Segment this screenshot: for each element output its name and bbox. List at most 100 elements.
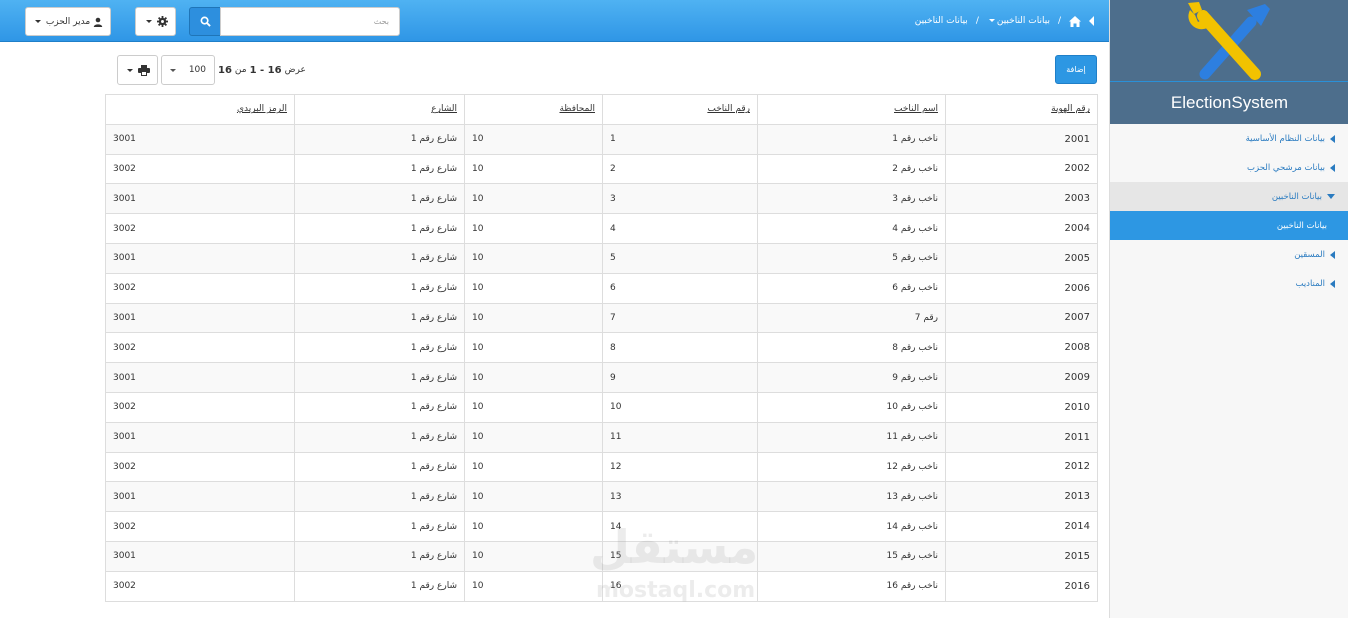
cell-name: ناخب رقم 1 <box>757 123 946 155</box>
cell-street: شارع رقم 1 <box>294 391 465 423</box>
cell-name: ناخب رقم 5 <box>757 242 946 274</box>
settings-button[interactable] <box>135 7 176 36</box>
cell-governorate: 10 <box>464 391 603 423</box>
table-row[interactable]: 2008 ناخب رقم 8 8 10 شارع رقم 1 3002 <box>105 332 1098 364</box>
table-row[interactable]: 2012 ناخب رقم 12 12 10 شارع رقم 1 3002 <box>105 451 1098 483</box>
cell-postal-code: 3002 <box>105 153 295 185</box>
cell-voter-number: 2 <box>602 153 758 185</box>
table-row[interactable]: 2003 ناخب رقم 3 3 10 شارع رقم 1 3001 <box>105 183 1098 215</box>
column-header-name[interactable]: اسم الناخب <box>757 94 946 125</box>
cell-name: رقم 7 <box>757 302 946 334</box>
search-input[interactable] <box>220 7 400 36</box>
sidebar-item-label: المناديب <box>1295 278 1325 289</box>
caret-left-icon <box>1330 279 1335 288</box>
table-row[interactable]: 2001 ناخب رقم 1 1 10 شارع رقم 1 3001 <box>105 123 1098 155</box>
table-row[interactable]: 2007 رقم 7 7 10 شارع رقم 1 3001 <box>105 302 1098 334</box>
sidebar-subitem-voters-data[interactable]: بيانات الناخبين <box>1110 211 1348 240</box>
search-button[interactable] <box>189 7 221 36</box>
table-row[interactable]: 2004 ناخب رقم 4 4 10 شارع رقم 1 3002 <box>105 213 1098 244</box>
table-row[interactable]: 2006 ناخب رقم 6 6 10 شارع رقم 1 3002 <box>105 272 1098 304</box>
sidebar-item-delegates[interactable]: المناديب <box>1110 269 1348 298</box>
cell-governorate: 10 <box>464 153 603 185</box>
column-header-street[interactable]: الشارع <box>294 94 465 125</box>
app-root: مدير الحزب / بيانات <box>0 0 1348 618</box>
table-row[interactable]: 2013 ناخب رقم 13 13 10 شارع رقم 1 3001 <box>105 481 1098 513</box>
user-icon <box>93 17 103 27</box>
breadcrumb: / بيانات الناخبين / بيانات الناخبين <box>915 0 1094 42</box>
table-row[interactable]: 2011 ناخب رقم 11 11 10 شارع رقم 1 3001 <box>105 421 1098 453</box>
sidebar-item-candidates[interactable]: بيانات مرشحي الحزب <box>1110 153 1348 182</box>
cell-postal-code: 3002 <box>105 332 295 364</box>
user-menu-button[interactable]: مدير الحزب <box>25 7 111 36</box>
cell-name: ناخب رقم 4 <box>757 213 946 244</box>
tools-logo-icon <box>1188 2 1270 80</box>
sidebar-item-coordinators[interactable]: المسقين <box>1110 240 1348 269</box>
cell-governorate: 10 <box>464 213 603 244</box>
cell-name: ناخب رقم 12 <box>757 451 946 483</box>
table-row[interactable]: 2009 ناخب رقم 9 9 10 شارع رقم 1 3001 <box>105 362 1098 393</box>
table-row[interactable]: 2005 ناخب رقم 5 5 10 شارع رقم 1 3001 <box>105 242 1098 274</box>
cell-governorate: 10 <box>464 183 603 215</box>
cell-governorate: 10 <box>464 451 603 483</box>
table-row[interactable]: 2015 ناخب رقم 15 15 10 شارع رقم 1 3001 <box>105 540 1098 572</box>
caret-left-icon <box>1330 163 1335 172</box>
table-row[interactable]: 2010 ناخب رقم 10 10 10 شارع رقم 1 3002 <box>105 391 1098 423</box>
sidebar-item-label: بيانات النظام الأساسية <box>1245 133 1325 144</box>
cell-voter-number: 9 <box>602 362 758 393</box>
cell-id: 2011 <box>945 421 1098 453</box>
cell-id: 2012 <box>945 451 1098 483</box>
cell-postal-code: 3002 <box>105 451 295 483</box>
breadcrumb-current: بيانات الناخبين <box>914 16 968 26</box>
cell-governorate: 10 <box>464 511 603 542</box>
table-row[interactable]: 2016 ناخب رقم 16 16 10 شارع رقم 1 3002 <box>105 570 1098 602</box>
cell-voter-number: 13 <box>602 481 758 513</box>
cell-voter-number: 4 <box>602 213 758 244</box>
table-body: 2001 ناخب رقم 1 1 10 شارع رقم 1 3001 2002 ناخب … <box>105 123 1098 602</box>
chevron-down-icon <box>145 20 152 23</box>
cell-id: 2003 <box>945 183 1098 215</box>
caret-left-icon <box>1330 250 1335 259</box>
page-size-select[interactable]: 100 <box>161 55 215 85</box>
sidebar-toggle-icon[interactable] <box>1089 16 1094 26</box>
cell-street: شارع رقم 1 <box>294 451 465 483</box>
column-header-postal-code[interactable]: الرمز البريدي <box>105 94 295 125</box>
cell-id: 2002 <box>945 153 1098 185</box>
cell-postal-code: 3001 <box>105 123 295 155</box>
sidebar-item-voters[interactable]: بيانات الناخبين <box>1110 182 1348 211</box>
cell-name: ناخب رقم 6 <box>757 272 946 304</box>
sidebar-menu: بيانات النظام الأساسية بيانات مرشحي الحز… <box>1110 124 1348 298</box>
cell-street: شارع رقم 1 <box>294 362 465 393</box>
column-header-id[interactable]: رقم الهوية <box>945 94 1098 125</box>
table-header-row: رقم الهوية اسم الناخب رقم الناخب المحافظ… <box>105 94 1098 125</box>
home-icon[interactable] <box>1069 15 1081 27</box>
cell-id: 2013 <box>945 481 1098 513</box>
cell-street: شارع رقم 1 <box>294 213 465 244</box>
column-header-governorate[interactable]: المحافظة <box>464 94 603 125</box>
cell-id: 2006 <box>945 272 1098 304</box>
sidebar-item-basic-data[interactable]: بيانات النظام الأساسية <box>1110 124 1348 153</box>
cell-name: ناخب رقم 3 <box>757 183 946 215</box>
table-row[interactable]: 2014 ناخب رقم 14 14 10 شارع رقم 1 3002 <box>105 511 1098 542</box>
pager-prefix: عرض <box>284 65 306 75</box>
cell-voter-number: 11 <box>602 421 758 453</box>
column-header-voter-number[interactable]: رقم الناخب <box>602 94 758 125</box>
cell-street: شارع رقم 1 <box>294 183 465 215</box>
cell-postal-code: 3001 <box>105 481 295 513</box>
table-row[interactable]: 2002 ناخب رقم 2 2 10 شارع رقم 1 3002 <box>105 153 1098 185</box>
sidebar-item-label: بيانات مرشحي الحزب <box>1247 162 1325 173</box>
chevron-down-icon <box>127 68 133 72</box>
cell-governorate: 10 <box>464 302 603 334</box>
print-button[interactable] <box>117 55 158 85</box>
breadcrumb-section[interactable]: بيانات الناخبين <box>987 16 1050 26</box>
brand-title[interactable]: ElectionSystem <box>1110 82 1348 124</box>
pager-total: 16 <box>218 64 232 76</box>
pager-range: 1 - 16 <box>249 64 282 76</box>
add-button[interactable]: إضافة <box>1055 55 1097 84</box>
chevron-down-icon <box>34 20 41 23</box>
cell-voter-number: 1 <box>602 123 758 155</box>
logo-area <box>1110 0 1348 82</box>
cell-name: ناخب رقم 16 <box>757 570 946 602</box>
cell-name: ناخب رقم 14 <box>757 511 946 542</box>
print-icon <box>138 64 150 76</box>
cell-governorate: 10 <box>464 332 603 364</box>
